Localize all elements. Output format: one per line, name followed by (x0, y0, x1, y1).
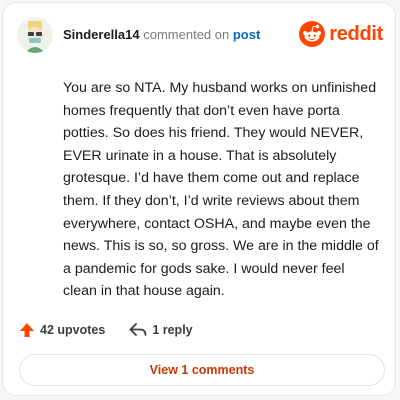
comment-line: a pandemic for gods sake. I would never … (63, 260, 345, 277)
reddit-logo[interactable]: reddit (299, 21, 383, 47)
view-comments-label: View 1 comments (149, 363, 255, 377)
comment-meta: Sinderella14 commented on post (63, 27, 260, 42)
reply-button[interactable]: 1 reply (129, 322, 193, 338)
comment-card: Sinderella14 commented on post reddit Yo… (2, 2, 396, 396)
action-text: commented on (143, 27, 230, 42)
comment-actions: 42 upvotes 1 reply (19, 320, 193, 340)
comment-line: clean in that house again. (63, 283, 225, 300)
comment-line: news. This is so, so gross. We are in th… (63, 238, 379, 255)
comment-line: grotesque. I’d have them come out and re… (63, 170, 360, 187)
view-comments-button[interactable]: View 1 comments (19, 354, 385, 386)
avatar-icon (17, 17, 53, 53)
comment-body: You are so NTA. My husband works on unfi… (63, 77, 385, 303)
comment-line: them. If they don’t, I’d write reviews a… (63, 192, 360, 209)
username-link[interactable]: Sinderella14 (63, 27, 140, 42)
upvote-arrow-icon (20, 323, 34, 337)
comment-line: everywhere, contact OSHA, and maybe even… (63, 215, 371, 232)
upvotes-count: 42 upvotes (40, 323, 106, 337)
upvote-button[interactable]: 42 upvotes (19, 322, 105, 338)
comment-line: homes frequently that don’t even have po… (63, 102, 340, 119)
user-avatar[interactable] (17, 17, 53, 53)
reply-count: 1 reply (152, 323, 193, 337)
comment-header: Sinderella14 commented on post reddit (17, 17, 385, 53)
reddit-snoo-icon (299, 21, 326, 47)
comment-line: You are so NTA. My husband works on unfi… (63, 80, 377, 96)
post-link[interactable]: post (233, 27, 260, 42)
reddit-wordmark: reddit (329, 22, 383, 45)
comment-line: potties. So does his friend. They would … (63, 125, 364, 142)
reply-arrow-icon (129, 323, 147, 336)
comment-line: EVER urinate in a house. That is absolut… (63, 147, 337, 164)
